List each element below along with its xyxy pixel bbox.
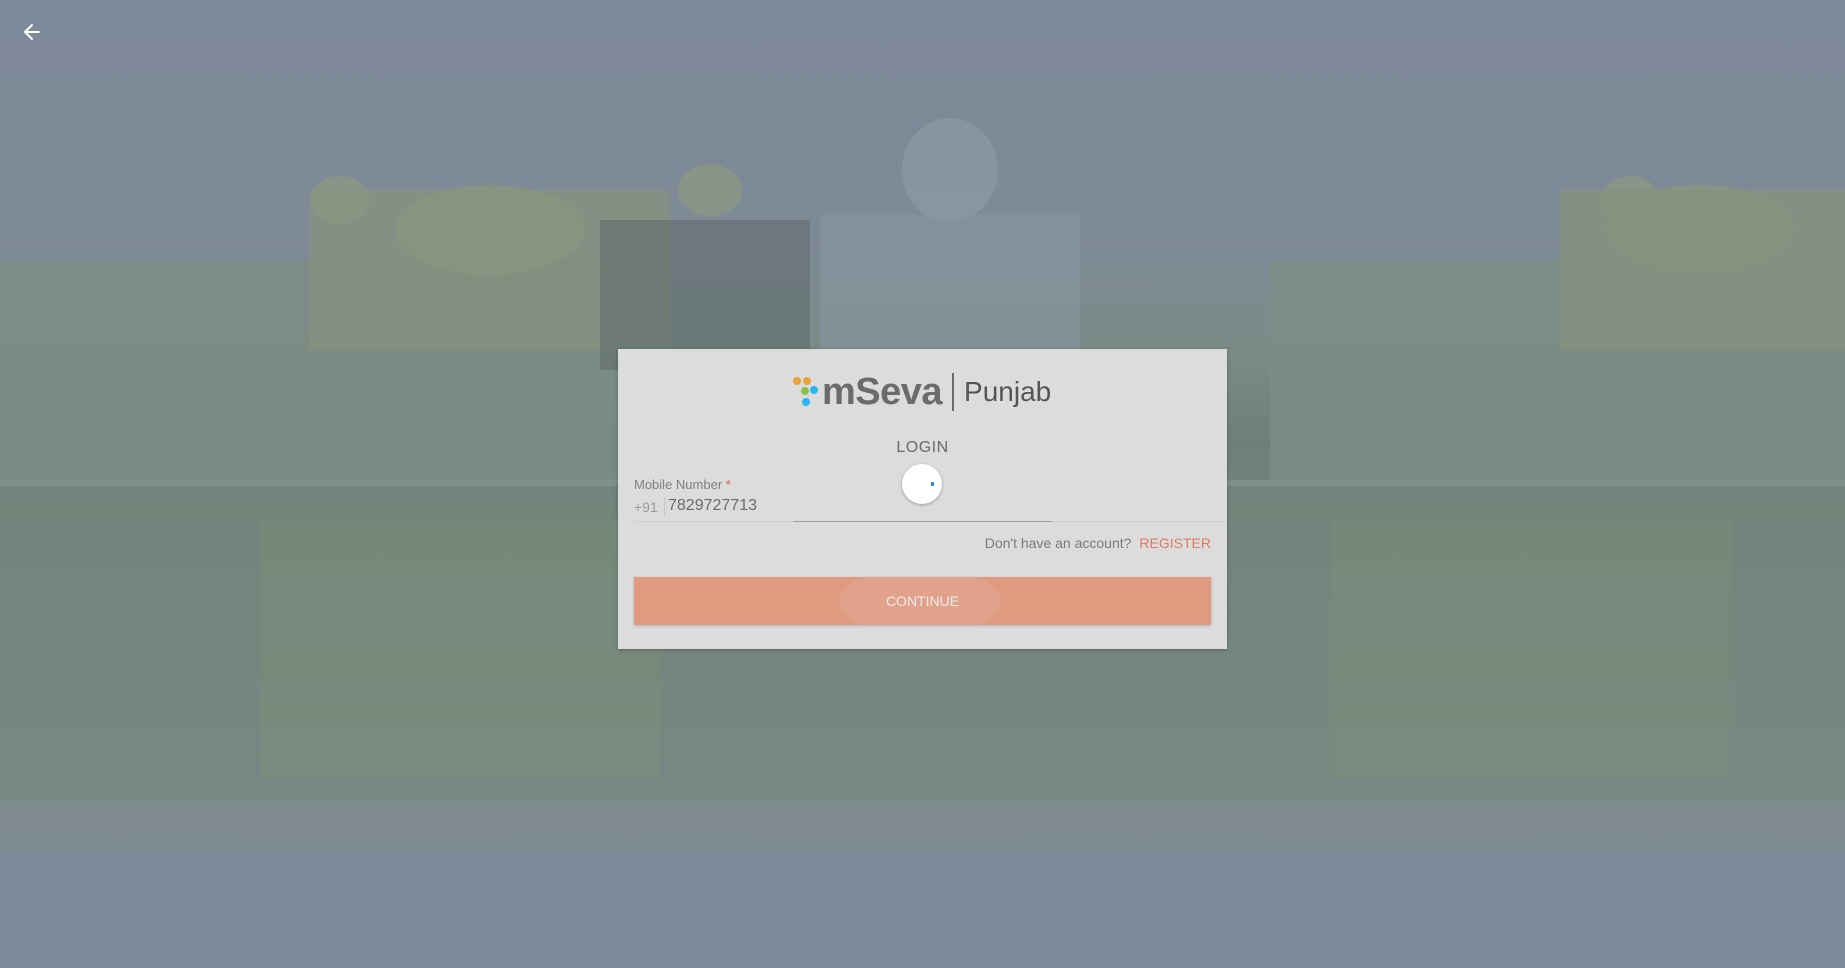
logo-brand: mSeva [822,370,943,413]
logo-divider [952,373,955,411]
login-card: mSeva Punjab LOGIN Mobile Number * +91 D… [618,349,1227,649]
logo-dots-icon [792,376,820,408]
back-button[interactable] [16,16,48,48]
country-code-prefix: +91 [634,498,665,516]
register-link[interactable]: REGISTER [1139,535,1211,551]
logo-region: Punjab [964,376,1052,407]
mobile-number-input[interactable] [668,494,1208,518]
login-title: LOGIN [896,439,949,456]
loading-spinner [902,464,942,504]
mobile-number-label-text: Mobile Number [634,477,723,492]
page-footer-area [0,850,1845,968]
arrow-left-icon [24,24,40,40]
spinner-indicator [931,482,934,486]
continue-button-label: CONTINUE [885,593,960,609]
mobile-input-focus-line [793,521,1052,522]
no-account-text: Don't have an account? [984,535,1132,551]
continue-button[interactable]: CONTINUE [634,577,1211,625]
mseva-logo: mSeva Punjab [792,370,1054,413]
login-page: mSeva Punjab LOGIN Mobile Number * +91 D… [0,0,1845,968]
mobile-number-label: Mobile Number * [634,477,731,492]
register-row: Don't have an account? REGISTER [985,535,1211,551]
required-marker: * [725,477,731,492]
